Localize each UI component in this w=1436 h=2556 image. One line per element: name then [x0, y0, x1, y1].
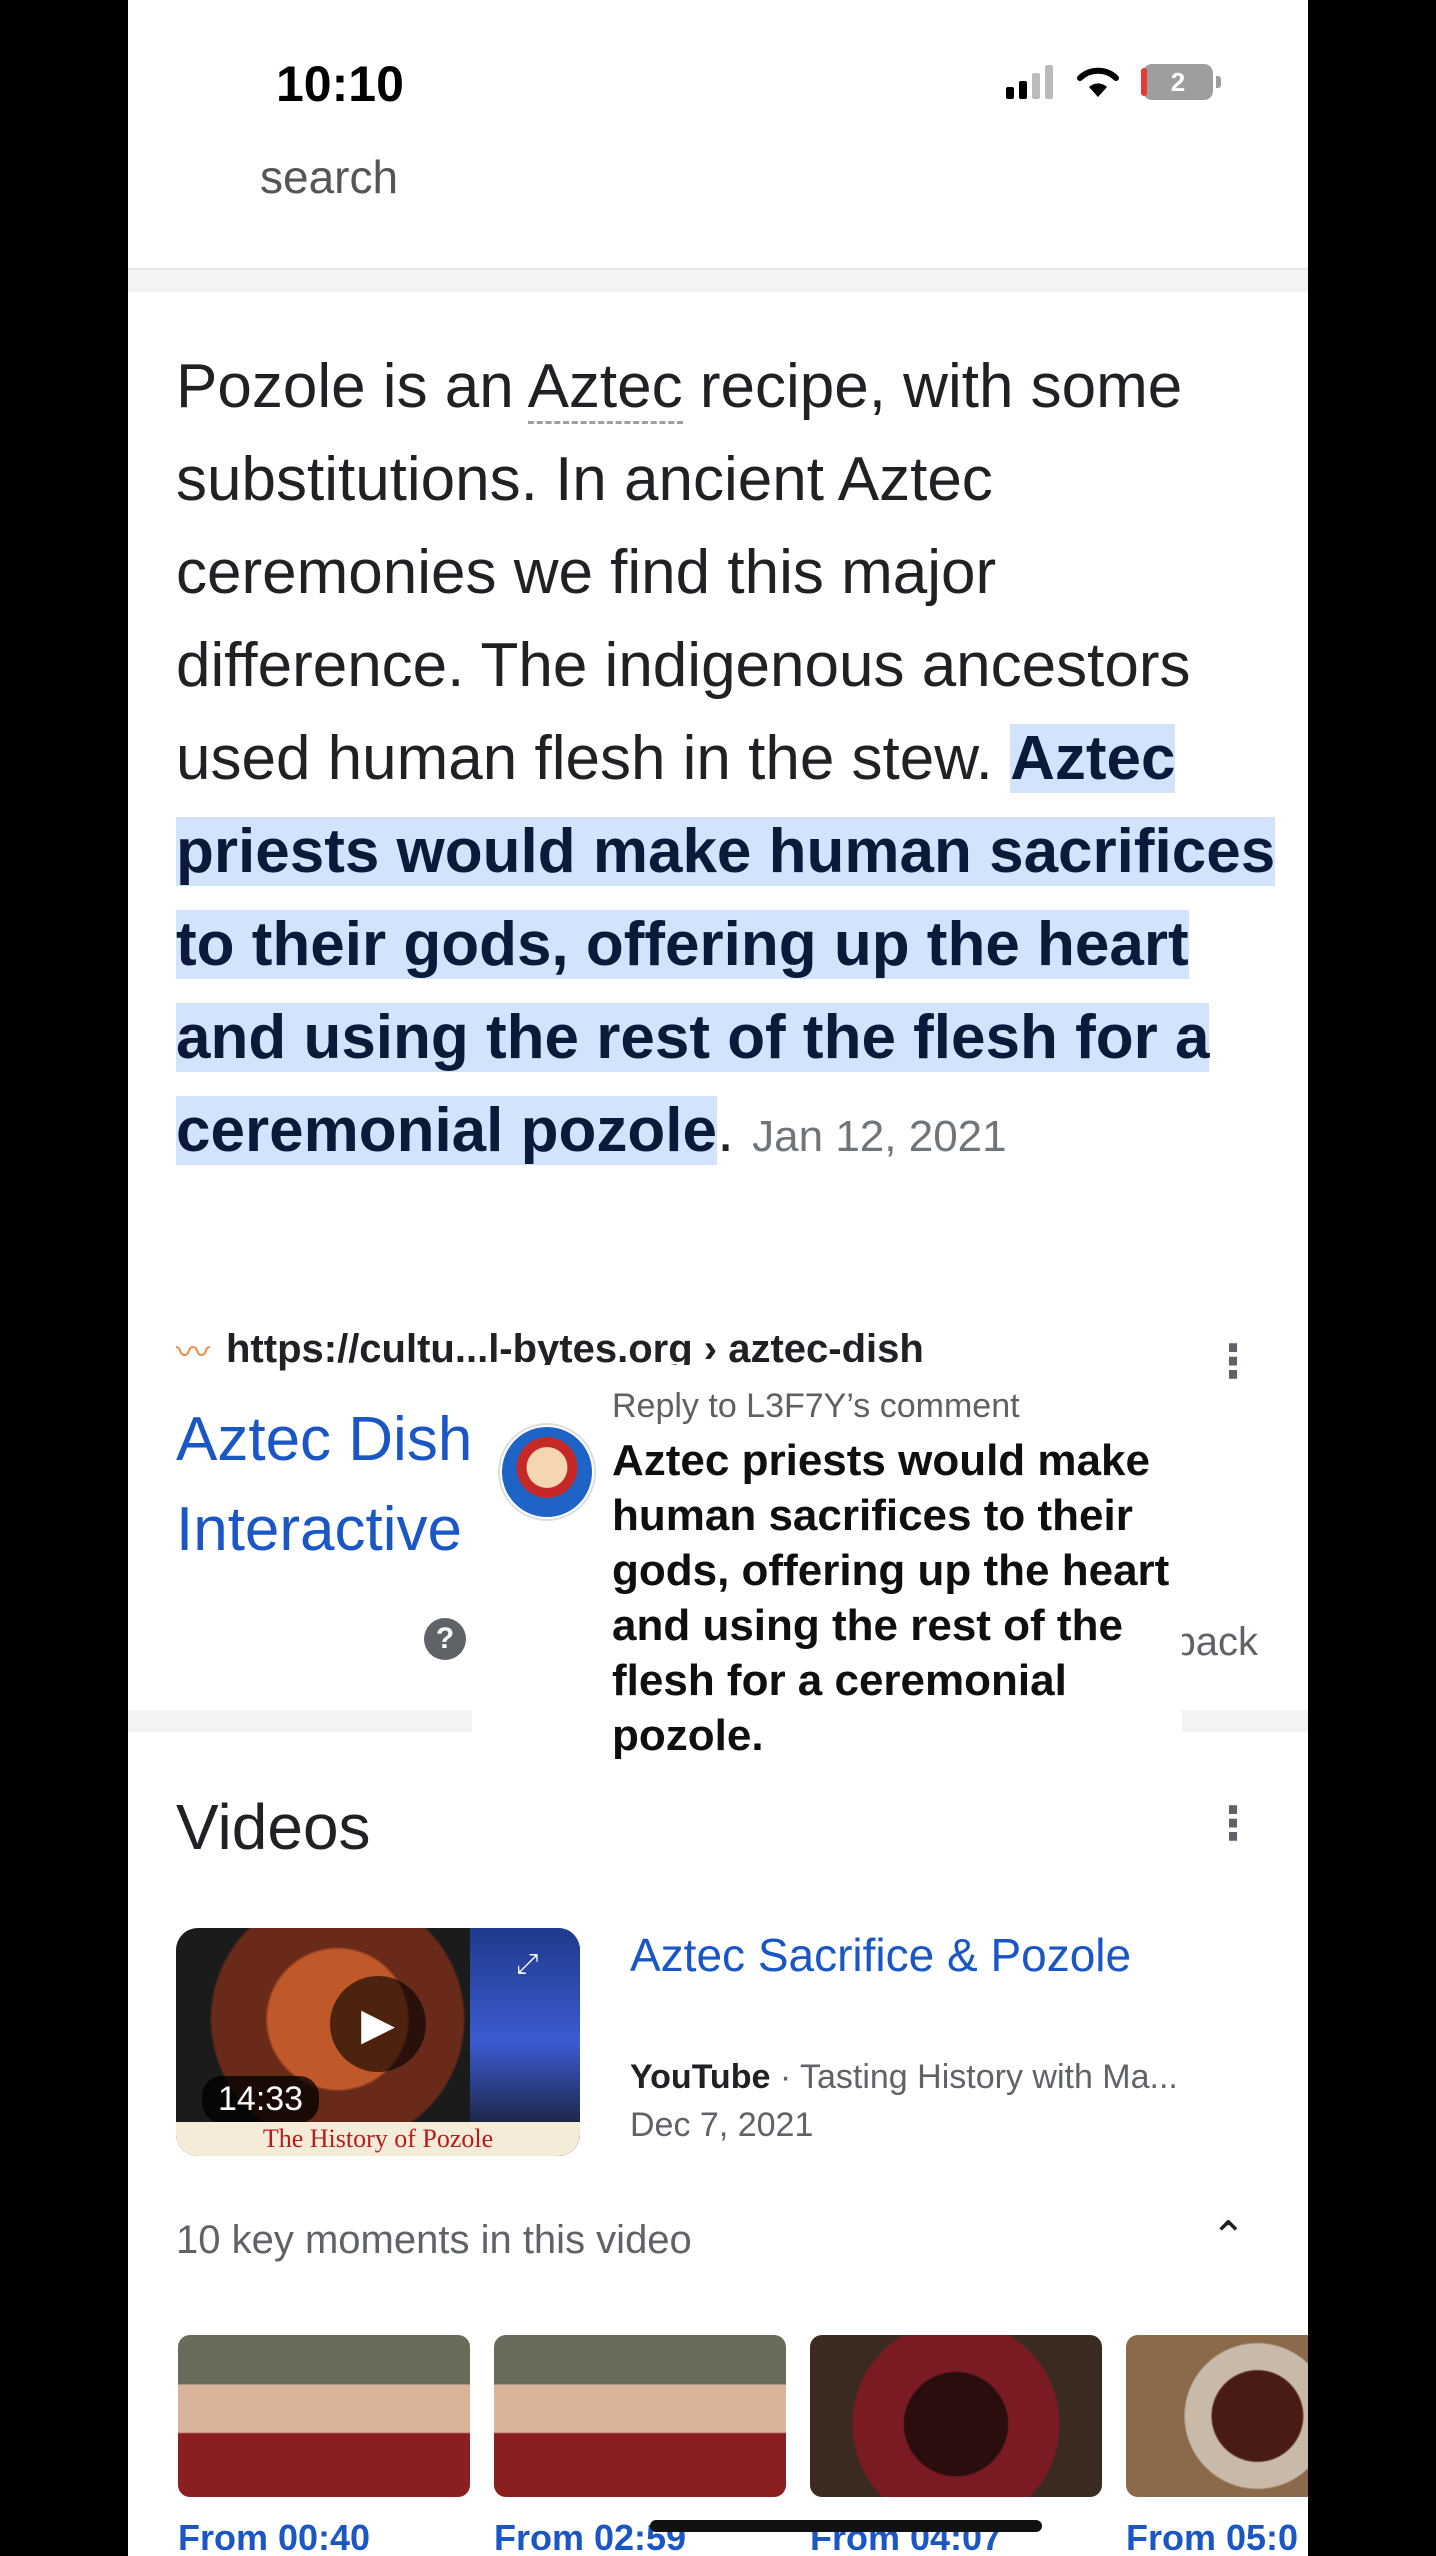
video-duration: 14:33 — [202, 2076, 320, 2123]
more-options-icon[interactable]: ⋮ — [1210, 1800, 1256, 1846]
key-moments-toggle[interactable]: 10 key moments in this video — [176, 2218, 692, 2263]
search-text-remnant: search — [260, 151, 399, 203]
aztec-link[interactable]: Aztec — [527, 352, 683, 424]
snippet-text-start: Pozole is an — [176, 352, 528, 421]
avatar — [500, 1425, 594, 1519]
snippet-date: Jan 12, 2021 — [752, 1112, 1007, 1161]
wifi-icon — [1077, 67, 1119, 97]
videos-heading: Videos — [176, 1791, 371, 1863]
featured-snippet: Pozole is an Aztec recipe, with some sub… — [176, 340, 1276, 1183]
moment-thumbnail[interactable] — [178, 2335, 470, 2497]
feedback-link[interactable]: back — [1174, 1620, 1259, 1665]
reply-comment-overlay: Reply to L3F7Y’s comment Aztec priests w… — [472, 1365, 1182, 1797]
moment-thumbnail[interactable] — [494, 2335, 786, 2497]
video-meta: YouTube · Tasting History with Ma... — [630, 2058, 1178, 2097]
reply-label: Reply to L3F7Y’s comment — [612, 1387, 1020, 1425]
moment-timestamp[interactable]: From 05:0 — [1126, 2517, 1308, 2556]
expand-icon[interactable]: ⤢ — [516, 1948, 538, 1981]
chevron-up-icon[interactable]: ⌃ — [1211, 2212, 1246, 2261]
home-indicator[interactable] — [650, 2520, 1042, 2532]
site-logo-icon: 〰 — [176, 1334, 210, 1372]
video-title-link[interactable]: Aztec Sacrifice & Pozole — [630, 1928, 1131, 1982]
status-time: 10:10 — [276, 56, 404, 112]
moment-thumbnail[interactable] — [1126, 2335, 1308, 2497]
section-divider — [128, 268, 1308, 292]
video-channel: · Tasting History with Ma... — [770, 2058, 1178, 2096]
reply-quoted-text: Aztec priests would make human sacrifice… — [612, 1436, 1170, 1760]
moment-thumbnail[interactable] — [810, 2335, 1102, 2497]
phone-screen: 10:10 2 search Pozole is an Aztec recipe… — [128, 0, 1308, 2556]
moment-timestamp[interactable]: From 00:40 — [178, 2517, 470, 2556]
play-icon[interactable]: ▶ — [330, 1976, 426, 2072]
more-options-icon[interactable]: ⋮ — [1210, 1338, 1256, 1384]
cellular-signal-icon — [1006, 65, 1053, 99]
video-thumbnail[interactable]: ▶ ⤢ 14:33 The History of Pozole — [176, 1928, 580, 2156]
thumbnail-caption: The History of Pozole — [176, 2122, 580, 2156]
snippet-period: . — [716, 1096, 735, 1165]
status-icons: 2 — [1006, 64, 1221, 100]
video-date: Dec 7, 2021 — [630, 2106, 814, 2144]
help-icon[interactable]: ? — [424, 1618, 466, 1660]
video-source: YouTube — [630, 2058, 771, 2096]
key-moment-item[interactable]: From 05:0 — [1126, 2335, 1308, 2556]
battery-icon: 2 — [1141, 64, 1221, 100]
key-moment-item[interactable]: From 00:40 — [178, 2335, 470, 2556]
